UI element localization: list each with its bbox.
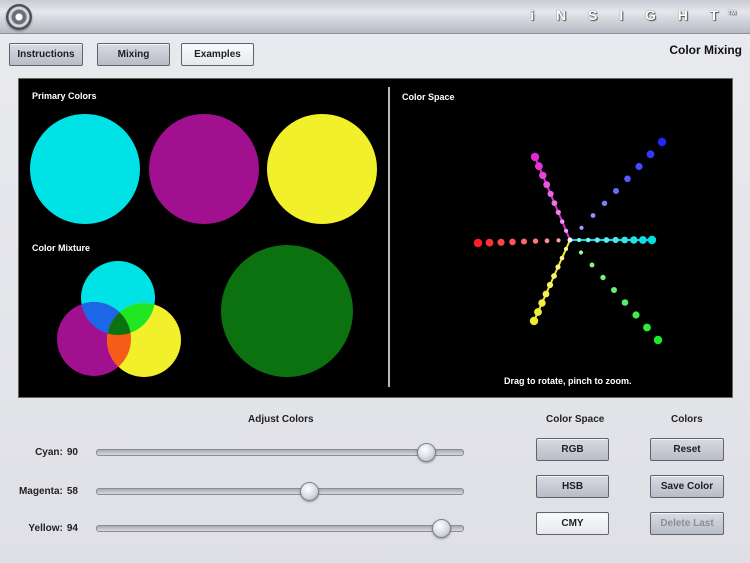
examples-button[interactable]: Examples — [181, 43, 254, 66]
cyan-axis-dot — [577, 237, 582, 243]
magenta-axis-dot — [564, 228, 569, 233]
red-axis-dot — [485, 238, 494, 247]
blue-axis-dot — [657, 137, 667, 147]
yellow-axis-dot — [555, 264, 561, 270]
yellow-slider-thumb[interactable] — [432, 519, 452, 538]
magenta-slider-label: Magenta: 58 — [18, 486, 78, 497]
magenta-axis-dot — [539, 171, 547, 180]
blue-axis-dot — [579, 225, 584, 230]
title-bar: i N S I G H TTM — [0, 0, 750, 34]
yellow-axis-dot — [563, 246, 569, 252]
green-axis-dot — [643, 323, 651, 332]
magenta-slider-thumb[interactable] — [300, 482, 320, 501]
eye-logo-icon — [6, 4, 32, 30]
color-mixture-venn — [57, 261, 181, 377]
green-axis-dot — [653, 335, 663, 345]
magenta-axis-dot — [559, 219, 565, 224]
yellow-axis-dot — [551, 273, 557, 279]
yellow-axis-dot — [542, 290, 550, 298]
yellow-axis-dot — [559, 255, 565, 261]
result-color-circle — [221, 245, 353, 377]
red-axis-dot — [497, 238, 505, 246]
magenta-axis-dot — [535, 162, 543, 171]
rgb-button[interactable]: RGB — [536, 438, 609, 461]
hsb-button[interactable]: HSB — [536, 475, 609, 498]
blue-axis-dot — [601, 200, 608, 206]
magenta-axis-dot — [530, 152, 540, 162]
blue-axis-dot — [590, 213, 596, 218]
adjust-colors-title: Adjust Colors — [248, 414, 314, 425]
brand-logo: i N S I G H TTM — [530, 7, 736, 23]
visualization-panel: Primary Colors Color Mixture Color Space… — [18, 78, 733, 398]
cyan-slider-label: Cyan: 90 — [35, 447, 78, 458]
green-axis-dot — [621, 299, 629, 306]
yellow-axis-dot — [546, 281, 554, 289]
origin-dot — [567, 237, 573, 243]
green-axis-dot — [578, 250, 584, 255]
colors-section-title: Colors — [671, 414, 703, 425]
red-axis-dot — [473, 238, 483, 248]
magenta-axis-dot — [547, 190, 554, 197]
page-title: Color Mixing — [669, 43, 742, 57]
primary-yellow-circle — [267, 114, 377, 224]
magenta-axis-dot — [555, 209, 561, 215]
yellow-axis-dot — [534, 308, 542, 316]
cyan-axis-dot — [612, 236, 619, 244]
save-color-button[interactable]: Save Color — [650, 475, 724, 498]
cyan-axis-dot — [639, 236, 647, 244]
cyan-slider[interactable] — [96, 443, 464, 462]
green-axis-dot — [632, 311, 640, 319]
red-axis-dot — [532, 238, 539, 244]
cyan-axis-dot — [594, 237, 600, 243]
green-axis-dot — [600, 274, 606, 281]
blue-axis-dot — [635, 162, 643, 171]
magenta-slider[interactable] — [96, 482, 464, 501]
yellow-axis-dot — [538, 299, 546, 307]
cyan-axis-dot — [630, 236, 638, 244]
green-axis-dot — [589, 262, 595, 268]
blue-axis-dot — [646, 150, 655, 159]
red-axis-dot — [521, 238, 527, 245]
cyan-axis-dot — [603, 237, 610, 243]
primary-colors-label: Primary Colors — [32, 91, 97, 101]
cyan-axis-dot — [647, 235, 657, 245]
color-space-section-title: Color Space — [546, 414, 605, 425]
green-axis-dot — [611, 287, 617, 293]
yellow-slider-label: Yellow: 94 — [28, 523, 78, 534]
primary-cyan-circle — [30, 114, 140, 224]
cyan-axis-dot — [621, 236, 629, 244]
magenta-axis-dot — [551, 200, 558, 206]
red-axis-dot — [544, 238, 550, 244]
cmy-button[interactable]: CMY — [536, 512, 609, 535]
blue-axis-dot — [613, 188, 619, 194]
magenta-axis-dot — [543, 181, 551, 189]
cyan-axis-dot — [585, 237, 591, 243]
yellow-axis-dot — [529, 316, 539, 326]
instructions-button[interactable]: Instructions — [9, 43, 83, 66]
mixing-button[interactable]: Mixing — [97, 43, 170, 66]
color-mixture-label: Color Mixture — [32, 243, 91, 253]
reset-button[interactable]: Reset — [650, 438, 724, 461]
cyan-slider-thumb[interactable] — [417, 443, 437, 462]
blue-axis-dot — [624, 175, 631, 183]
color-space-3d-view[interactable] — [390, 99, 733, 369]
color-space-hint: Drag to rotate, pinch to zoom. — [504, 376, 632, 386]
primary-magenta-circle — [149, 114, 259, 224]
delete-last-button[interactable]: Delete Last — [650, 512, 724, 535]
red-axis-dot — [509, 238, 516, 246]
red-axis-dot — [556, 238, 561, 243]
yellow-slider[interactable] — [96, 519, 464, 538]
